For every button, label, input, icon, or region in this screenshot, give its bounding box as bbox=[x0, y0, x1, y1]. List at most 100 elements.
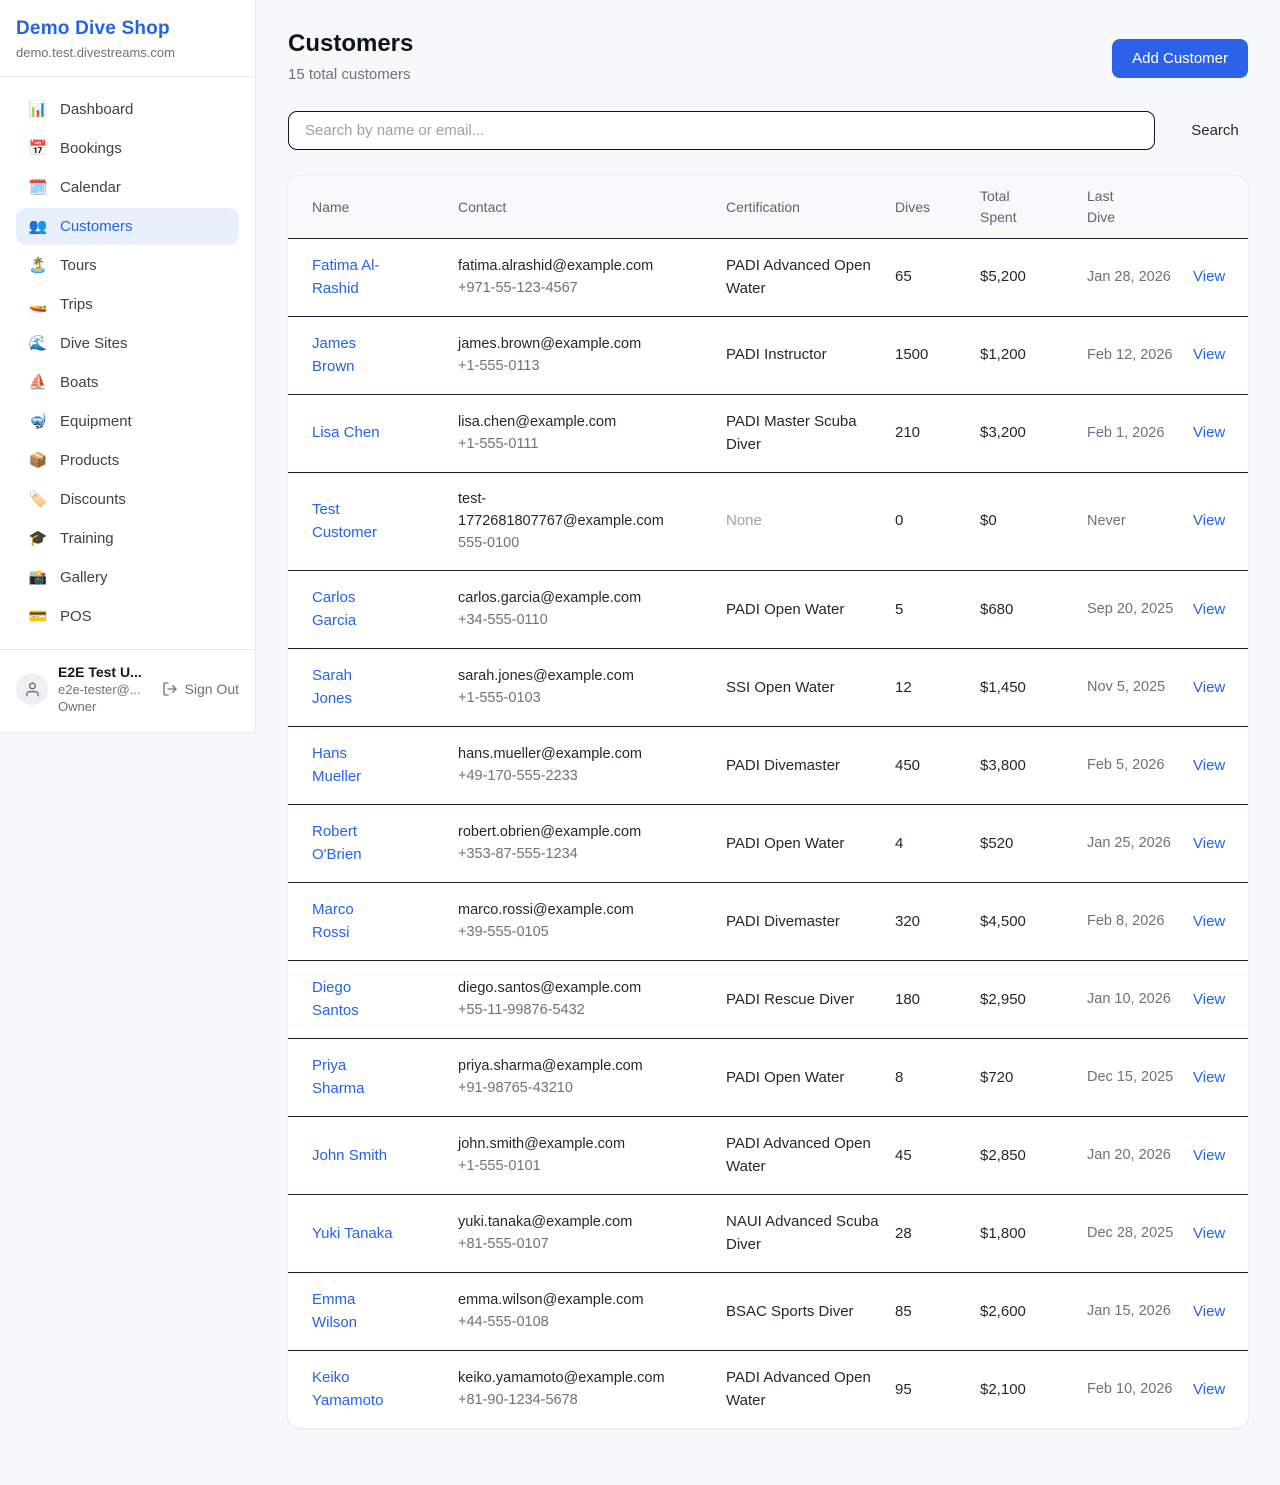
customers-table-card: Name Contact Certification Dives Total S… bbox=[288, 176, 1248, 1428]
sidebar-item-customers[interactable]: 👥 Customers bbox=[16, 208, 239, 245]
table-row: John Smith john.smith@example.com +1-555… bbox=[288, 1117, 1248, 1195]
customer-name-link[interactable]: Test Customer bbox=[312, 524, 394, 541]
view-link[interactable]: View bbox=[1193, 1381, 1225, 1398]
view-link[interactable]: View bbox=[1193, 512, 1225, 529]
sidebar-item-dashboard[interactable]: 📊Dashboard bbox=[16, 91, 239, 128]
user-avatar bbox=[16, 673, 48, 705]
customer-total-spent: $1,800 bbox=[980, 1195, 1087, 1273]
customer-email: robert.obrien@example.com bbox=[458, 822, 666, 844]
column-header-certification: Certification bbox=[726, 176, 895, 239]
view-link[interactable]: View bbox=[1193, 1303, 1225, 1320]
main-content: Customers 15 total customers Add Custome… bbox=[256, 0, 1280, 1462]
sidebar-item-training[interactable]: 🎓Training bbox=[16, 520, 239, 557]
products-package-icon: 📦 bbox=[28, 453, 48, 468]
sign-out-button[interactable]: Sign Out bbox=[162, 681, 239, 697]
customer-name-link[interactable]: Robert O'Brien bbox=[312, 846, 394, 863]
customer-name-link[interactable]: Carlos Garcia bbox=[312, 612, 394, 629]
customer-name-link[interactable]: Fatima Al-Rashid bbox=[312, 280, 394, 297]
customer-dives: 45 bbox=[895, 1117, 980, 1195]
view-link[interactable]: View bbox=[1193, 913, 1225, 930]
customer-name-link[interactable]: Yuki Tanaka bbox=[312, 1225, 393, 1242]
sidebar-item-trips[interactable]: 🚤Trips bbox=[16, 286, 239, 323]
customers-people-icon: 👥 bbox=[28, 219, 48, 234]
sidebar-item-boats[interactable]: ⛵Boats bbox=[16, 364, 239, 401]
search-button[interactable]: Search bbox=[1182, 114, 1248, 147]
gallery-camera-icon: 📸 bbox=[28, 570, 48, 585]
customer-last-dive: Jan 15, 2026 bbox=[1087, 1273, 1193, 1351]
sidebar-item-equipment[interactable]: 🤿Equipment bbox=[16, 403, 239, 440]
sidebar-item-label: POS bbox=[60, 608, 92, 625]
customer-certification: PADI Divemaster bbox=[726, 727, 895, 805]
sidebar-item-calendar[interactable]: 🗓️Calendar bbox=[16, 169, 239, 206]
sidebar-item-label: Customers bbox=[60, 218, 133, 235]
shop-name: Demo Dive Shop bbox=[16, 18, 239, 40]
view-link[interactable]: View bbox=[1193, 757, 1225, 774]
customer-total-spent: $3,200 bbox=[980, 395, 1087, 473]
customer-last-dive: Never bbox=[1087, 473, 1193, 571]
customer-name-link[interactable]: Diego Santos bbox=[312, 1002, 394, 1019]
app-layout: Demo Dive Shop demo.test.divestreams.com… bbox=[0, 0, 1280, 1462]
equipment-mask-icon: 🤿 bbox=[28, 414, 48, 429]
customer-name-link[interactable]: James Brown bbox=[312, 358, 394, 375]
add-customer-button[interactable]: Add Customer bbox=[1112, 39, 1248, 78]
customer-dives: 8 bbox=[895, 1039, 980, 1117]
customer-email: test-1772681807767@example.com bbox=[458, 489, 666, 533]
customer-email: diego.santos@example.com bbox=[458, 978, 666, 1000]
view-link[interactable]: View bbox=[1193, 991, 1225, 1008]
search-input[interactable] bbox=[288, 111, 1155, 150]
table-row: Robert O'Brien robert.obrien@example.com… bbox=[288, 805, 1248, 883]
customer-phone: +1-555-0101 bbox=[458, 1156, 710, 1178]
view-link[interactable]: View bbox=[1193, 601, 1225, 618]
customer-name-link[interactable]: Keiko Yamamoto bbox=[312, 1392, 394, 1409]
sign-out-icon bbox=[162, 681, 178, 697]
table-row: Test Customer test-1772681807767@example… bbox=[288, 473, 1248, 571]
view-link[interactable]: View bbox=[1193, 1225, 1225, 1242]
customer-name-link[interactable]: Hans Mueller bbox=[312, 768, 394, 785]
customer-dives: 28 bbox=[895, 1195, 980, 1273]
sign-out-label: Sign Out bbox=[185, 681, 239, 697]
view-link[interactable]: View bbox=[1193, 679, 1225, 696]
view-link[interactable]: View bbox=[1193, 1069, 1225, 1086]
customer-phone: +81-90-1234-5678 bbox=[458, 1390, 710, 1412]
customer-last-dive: Jan 25, 2026 bbox=[1087, 805, 1193, 883]
customer-total-spent: $1,200 bbox=[980, 317, 1087, 395]
customer-email: james.brown@example.com bbox=[458, 334, 666, 356]
customer-dives: 1500 bbox=[895, 317, 980, 395]
sidebar-item-products[interactable]: 📦Products bbox=[16, 442, 239, 479]
sidebar-item-dive-sites[interactable]: 🌊 Dive Sites bbox=[16, 325, 239, 362]
view-link[interactable]: View bbox=[1193, 424, 1225, 441]
customer-phone: +353-87-555-1234 bbox=[458, 844, 710, 866]
customer-last-dive: Jan 20, 2026 bbox=[1087, 1117, 1193, 1195]
customer-phone: +81-555-0107 bbox=[458, 1234, 710, 1256]
customer-last-dive: Jan 10, 2026 bbox=[1087, 961, 1193, 1039]
sidebar-item-discounts[interactable]: 🏷️Discounts bbox=[16, 481, 239, 518]
customer-name-link[interactable]: Priya Sharma bbox=[312, 1080, 394, 1097]
view-link[interactable]: View bbox=[1193, 268, 1225, 285]
customer-total-spent: $5,200 bbox=[980, 239, 1087, 317]
customer-name-link[interactable]: Emma Wilson bbox=[312, 1314, 394, 1331]
view-link[interactable]: View bbox=[1193, 835, 1225, 852]
customer-certification: PADI Advanced Open Water bbox=[726, 239, 895, 317]
view-link[interactable]: View bbox=[1193, 1147, 1225, 1164]
customer-total-spent: $1,450 bbox=[980, 649, 1087, 727]
customer-name-link[interactable]: Marco Rossi bbox=[312, 924, 394, 941]
view-link[interactable]: View bbox=[1193, 346, 1225, 363]
dive-sites-wave-icon: 🌊 bbox=[28, 336, 48, 351]
customer-phone: 555-0100 bbox=[458, 533, 710, 555]
customer-name-link[interactable]: John Smith bbox=[312, 1147, 387, 1164]
page-heading-group: Customers 15 total customers bbox=[288, 30, 413, 83]
sidebar-item-pos[interactable]: 💳POS bbox=[16, 598, 239, 635]
sidebar-item-bookings[interactable]: 📅Bookings bbox=[16, 130, 239, 167]
customer-last-dive: Dec 28, 2025 bbox=[1087, 1195, 1193, 1273]
table-row: Carlos Garcia carlos.garcia@example.com … bbox=[288, 571, 1248, 649]
table-row: Sarah Jones sarah.jones@example.com +1-5… bbox=[288, 649, 1248, 727]
customer-phone: +1-555-0103 bbox=[458, 688, 710, 710]
sidebar-item-label: Dive Sites bbox=[60, 335, 128, 352]
customer-name-link[interactable]: Lisa Chen bbox=[312, 424, 380, 441]
customer-name-link[interactable]: Sarah Jones bbox=[312, 690, 394, 707]
table-row: Emma Wilson emma.wilson@example.com +44-… bbox=[288, 1273, 1248, 1351]
customer-certification: PADI Open Water bbox=[726, 805, 895, 883]
sidebar-item-gallery[interactable]: 📸Gallery bbox=[16, 559, 239, 596]
customer-total-spent: $3,800 bbox=[980, 727, 1087, 805]
sidebar-item-tours[interactable]: 🏝️Tours bbox=[16, 247, 239, 284]
